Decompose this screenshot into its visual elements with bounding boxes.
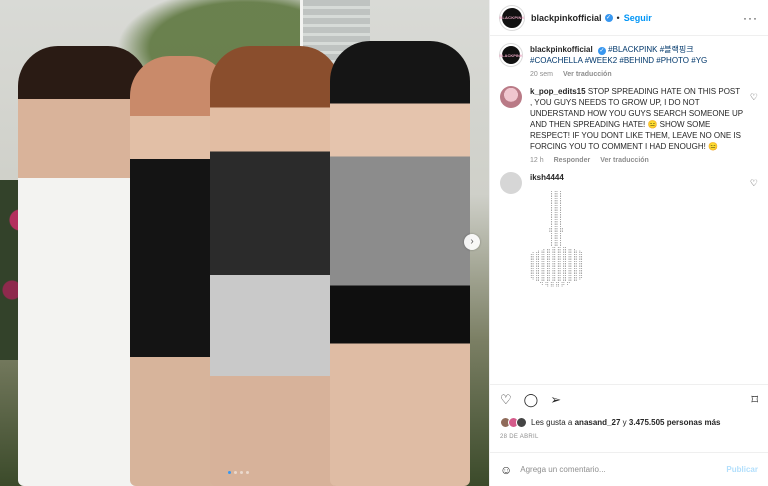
comment-meta: 12 h Responder Ver traducción (530, 157, 758, 164)
action-bar: ♡ ◯ ➢ ⌑ (490, 384, 768, 414)
carousel-dot (234, 471, 237, 474)
paper-plane-icon[interactable]: ➢ (550, 392, 561, 408)
follow-button[interactable]: Seguir (624, 13, 652, 23)
person-1 (18, 46, 148, 486)
translation-link[interactable]: Ver traducción (600, 157, 649, 164)
person-3 (210, 46, 340, 486)
comment-icon[interactable]: ◯ (524, 392, 539, 408)
emoji-icon[interactable]: ☺ (500, 463, 512, 477)
comment-username[interactable]: k_pop_edits15 (530, 87, 586, 96)
likes-summary: Les gusta a anasand_27 y 3.475.505 perso… (500, 417, 721, 428)
comment-text: iksh4444 (530, 172, 584, 183)
comment-body: STOP SPREADING HATE ON THIS POST , YOU G… (530, 87, 743, 151)
carousel-dot (228, 471, 231, 474)
avatar-logo: BLACKPINK (499, 15, 525, 20)
post-header: BLACKPINK blackpinkofficial ✓ • Seguir ·… (490, 0, 768, 36)
post-date[interactable]: 28 DE ABRIL (500, 434, 539, 440)
post-media[interactable]: › (0, 0, 489, 486)
comments-list[interactable]: BLACKPINK blackpinkofficial ✓ #BLACKPINK… (490, 36, 768, 381)
username-link[interactable]: blackpinkofficial (531, 13, 602, 23)
avatar[interactable] (500, 86, 522, 108)
comment-like-heart-icon[interactable]: ♡ (750, 178, 758, 189)
publish-button[interactable]: Publicar (726, 465, 758, 474)
likes-user[interactable]: anasand_27 (575, 418, 621, 427)
caption-time[interactable]: 20 sem (530, 71, 553, 78)
more-horizontal-icon[interactable]: ··· (743, 11, 758, 25)
post-panel: BLACKPINK blackpinkofficial ✓ • Seguir ·… (489, 0, 768, 486)
translation-link[interactable]: Ver traducción (563, 71, 612, 78)
reply-button[interactable]: Responder (554, 157, 591, 164)
separator: • (616, 12, 620, 23)
caption: BLACKPINK blackpinkofficial ✓ #BLACKPINK… (499, 44, 758, 78)
avatar-logo: BLACKPINK (499, 52, 523, 58)
avatar[interactable]: BLACKPINK (499, 44, 523, 66)
carousel-dots (228, 471, 249, 474)
comment-item: k_pop_edits15 STOP SPREADING HATE ON THI… (500, 86, 758, 164)
comment-like-heart-icon[interactable]: ♡ (750, 92, 758, 103)
verified-badge-icon: ✓ (604, 13, 613, 22)
caption-username[interactable]: blackpinkofficial (530, 45, 593, 54)
likes-prefix: Les gusta a (531, 418, 573, 427)
caption-meta: 20 sem Ver traducción (530, 71, 758, 78)
person-4 (330, 41, 470, 486)
caption-text: blackpinkofficial ✓ #BLACKPINK #블랙핑크 #CO… (530, 44, 758, 66)
next-arrow-icon[interactable]: › (464, 234, 480, 250)
likes-middle: y (622, 418, 627, 427)
comment-ascii-art: ⢸⣿⡇ ⢸⣿⡇ ⢸⣿⡇ ⢸⣿⡇ ⢸⣿⡇ ⣾⣿⣷ ⢸⣿⡇ ⢸⣿⡇ ⢀⣠⣴⣶⣿⣿⣿⣶… (530, 191, 584, 289)
comment-time[interactable]: 12 h (530, 157, 544, 164)
carousel-dot (246, 471, 249, 474)
comment-item: iksh4444 ⢸⣿⡇ ⢸⣿⡇ ⢸⣿⡇ ⢸⣿⡇ ⢸⣿⡇ ⣾⣿⣷ ⢸⣿⡇ ⢸⣿⡇… (500, 172, 758, 289)
comment-username[interactable]: iksh4444 (530, 173, 564, 182)
comment-text: k_pop_edits15 STOP SPREADING HATE ON THI… (530, 86, 758, 152)
bookmark-icon[interactable]: ⌑ (751, 392, 758, 408)
heart-icon[interactable]: ♡ (500, 392, 512, 408)
likes-count[interactable]: 3.475.505 personas más (629, 418, 721, 427)
likes-text: Les gusta a anasand_27 y 3.475.505 perso… (531, 418, 721, 427)
liker-avatar (516, 417, 527, 428)
avatar[interactable] (500, 172, 522, 194)
avatar[interactable]: BLACKPINK (499, 5, 525, 30)
comment-input[interactable] (520, 465, 727, 474)
carousel-dot (240, 471, 243, 474)
comment-composer: ☺ Publicar (490, 452, 768, 486)
verified-badge-icon: ✓ (597, 47, 606, 55)
